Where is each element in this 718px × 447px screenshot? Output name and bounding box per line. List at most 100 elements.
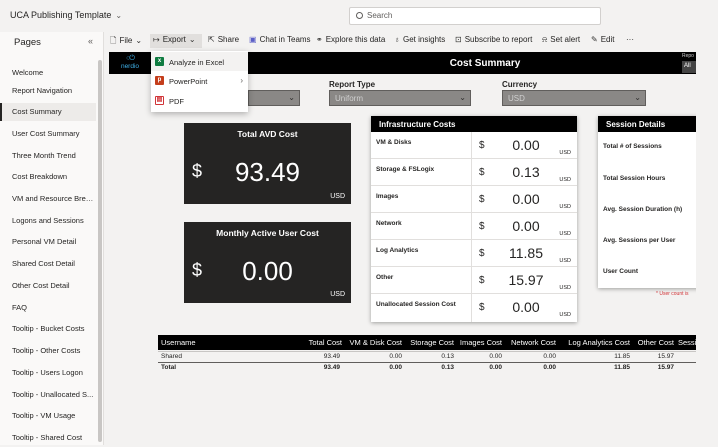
bell-icon: ⍾ [542, 35, 548, 44]
col-header-storage-cost[interactable]: Storage Cost [404, 335, 456, 350]
menu-item-powerpoint[interactable]: p PowerPoint › [151, 71, 248, 90]
search-input[interactable]: Search [349, 7, 601, 25]
chevron-down-icon: ⌄ [634, 93, 641, 102]
report-title: Cost Summary [449, 58, 521, 69]
row-unit: USD [559, 177, 571, 183]
row-value: 15.97 [508, 272, 544, 288]
panel-title: Infrastructure Costs [371, 116, 577, 132]
col-header-log-analytics-cost[interactable]: Log Analytics Cost [558, 335, 632, 350]
sidebar-item-report-navigation[interactable]: Report Navigation [0, 82, 96, 100]
sidebar-item-cost-breakdown[interactable]: Cost Breakdown [0, 168, 96, 186]
get-insights-button[interactable]: ♁ Get insights [394, 35, 445, 44]
table-cell: 93.49 [323, 353, 340, 360]
row-value: 11.85 [509, 245, 543, 261]
report-type-value: Uniform [335, 94, 364, 103]
kpi-value: 0.00 [242, 256, 293, 286]
table-cell: 0.00 [389, 364, 402, 371]
export-menu-button[interactable]: ↦ Export ⌄ [150, 34, 202, 48]
row-label: Other [376, 274, 394, 281]
session-row-avg-duration: Avg. Session Duration (h) [603, 206, 683, 213]
panel-title: Session Details [598, 116, 708, 132]
sidebar-item-tooltip-bucket-costs[interactable]: Tooltip - Bucket Costs [0, 320, 96, 338]
currency-dropdown[interactable]: USD ⌄ [502, 90, 646, 106]
file-menu-button[interactable]: 🗋 File ⌄ [110, 35, 145, 49]
pdf-icon: ▤ [155, 96, 164, 105]
sidebar-title: Pages [14, 37, 41, 48]
col-header-vm-disk-cost[interactable]: VM & Disk Cost [344, 335, 404, 350]
app-title: UCA Publishing Template [10, 10, 112, 20]
chevron-down-icon: ⌄ [459, 93, 466, 102]
session-row-total-hours: Total Session Hours [603, 175, 666, 182]
card-title: Monthly Active User Cost [216, 228, 319, 238]
row-unit: USD [559, 204, 571, 210]
subscribe-label: Subscribe to report [464, 35, 533, 44]
session-row-avg-per-user: Avg. Sessions per User [603, 237, 676, 244]
kpi-unit: USD [330, 193, 345, 200]
share-button[interactable]: ⇱ Share [208, 35, 239, 44]
col-header-images-cost[interactable]: Images Cost [456, 335, 504, 350]
menu-item-label: Analyze in Excel [169, 58, 225, 67]
table-cell: 0.00 [489, 364, 502, 371]
explore-data-button[interactable]: ⚭ Explore this data [316, 35, 385, 44]
sidebar-item-cost-summary[interactable]: Cost Summary [0, 103, 96, 121]
sidebar-item-tooltip-vm-usage[interactable]: Tooltip - VM Usage [0, 407, 96, 425]
table-cell: 0.00 [489, 353, 502, 360]
col-header-network-cost[interactable]: Network Cost [504, 335, 558, 350]
logo-rings-icon: ○⏻ [126, 55, 135, 62]
table-cell: 0.13 [441, 353, 454, 360]
sidebar-item-shared-cost-detail[interactable]: Shared Cost Detail [0, 255, 96, 273]
chevron-down-icon: ⌄ [115, 11, 123, 20]
workspace-selector[interactable]: UCA Publishing Template ⌄ [10, 10, 122, 20]
lightbulb-icon: ♁ [394, 35, 400, 44]
menu-item-label: PDF [169, 97, 184, 106]
table-cell: 15.97 [657, 364, 674, 371]
sidebar-item-tooltip-other-costs[interactable]: Tooltip - Other Costs [0, 342, 96, 360]
more-options-button[interactable]: ··· [626, 35, 634, 44]
col-header-sessions[interactable]: Sessio [676, 335, 696, 350]
report-type-dropdown[interactable]: Uniform ⌄ [329, 90, 471, 106]
col-header-username[interactable]: Username [158, 335, 304, 350]
table-cell: 11.85 [614, 364, 630, 371]
currency-label: Currency [502, 80, 538, 89]
sidebar-item-personal-vm-detail[interactable]: Personal VM Detail [0, 233, 96, 251]
sidebar-item-welcome[interactable]: Welcome [0, 64, 96, 82]
export-label: Export [162, 35, 186, 44]
explore-icon: ⚭ [316, 35, 323, 44]
sidebar-item-tooltip-users-logon[interactable]: Tooltip - Users Logon [0, 364, 96, 382]
search-icon [356, 12, 363, 19]
sidebar-item-three-month-trend[interactable]: Three Month Trend [0, 147, 96, 165]
first-filter-dropdown[interactable]: ⌄ [248, 90, 300, 106]
currency-symbol: $ [479, 302, 485, 313]
chevron-down-icon: ⌄ [188, 35, 196, 44]
sidebar-item-tooltip-shared-cost[interactable]: Tooltip - Shared Cost [0, 429, 96, 447]
chat-label: Chat in Teams [259, 35, 311, 44]
row-label: Storage & FSLogix [376, 166, 435, 173]
menu-item-label: PowerPoint [169, 77, 208, 86]
sidebar-item-vm-resource-breakdown[interactable]: VM and Resource Brea... [0, 190, 96, 208]
set-alert-button[interactable]: ⍾ Set alert [542, 35, 580, 45]
table-cell: 0.00 [389, 353, 402, 360]
sidebar-item-faq[interactable]: FAQ [0, 299, 96, 317]
chat-in-teams-button[interactable]: ▣ Chat in Teams [249, 35, 311, 44]
monthly-active-user-cost-card: Monthly Active User Cost $ 0.00 USD [184, 222, 351, 303]
header-all-button[interactable]: All [682, 61, 696, 73]
menu-item-analyze-in-excel[interactable]: x Analyze in Excel [151, 52, 248, 71]
row-value: 0.00 [512, 218, 540, 234]
infra-row-network: Network $0.00 USD [371, 213, 577, 240]
pencil-icon: ✎ [591, 35, 598, 44]
subscribe-button[interactable]: ⊡ Subscribe to report [455, 35, 532, 44]
edit-button[interactable]: ✎ Edit [591, 35, 615, 44]
sidebar-item-user-cost-summary[interactable]: User Cost Summary [0, 125, 96, 143]
col-header-total-cost[interactable]: Total Cost [304, 335, 344, 350]
row-value: 0.13 [512, 164, 540, 180]
collapse-icon[interactable]: « [88, 36, 93, 46]
sidebar-scrollbar[interactable] [98, 60, 102, 442]
menu-item-pdf[interactable]: ▤ PDF [151, 91, 248, 110]
col-header-other-cost[interactable]: Other Cost [632, 335, 676, 350]
sidebar-item-tooltip-unallocated[interactable]: Tooltip - Unallocated S... [0, 386, 96, 404]
sidebar-item-other-cost-detail[interactable]: Other Cost Detail [0, 277, 96, 295]
infrastructure-costs-panel: Infrastructure Costs VM & Disks $0.00 USD … [371, 116, 577, 322]
sidebar-item-logons-sessions[interactable]: Logons and Sessions [0, 212, 96, 230]
currency-symbol: $ [479, 275, 485, 286]
header-right-label: Repo [682, 53, 694, 59]
